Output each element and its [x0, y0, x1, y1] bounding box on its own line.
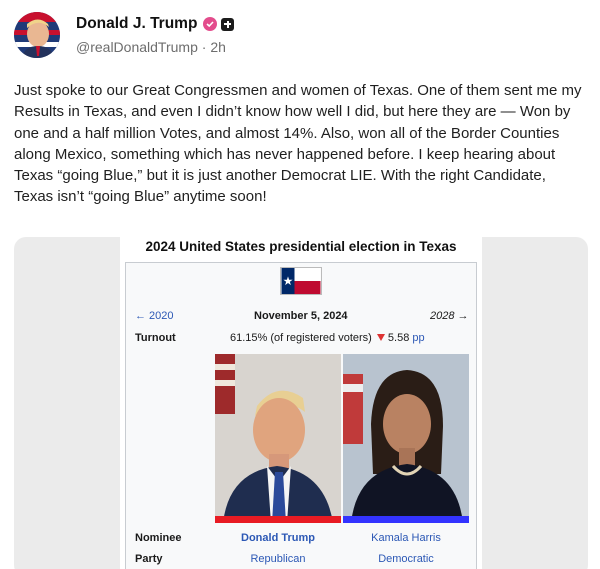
democratic-party-link[interactable]: Democratic: [343, 553, 469, 565]
election-date: November 5, 2024: [254, 310, 348, 322]
party-label: Party: [135, 553, 163, 565]
handle-row: @realDonaldTrump · 2h: [76, 39, 234, 55]
infobox-title: 2024 United States presidential election…: [145, 239, 457, 254]
infobox-body: ← 2020 November 5, 2024 2028 → Turnout 6…: [125, 262, 477, 569]
prev-election-link[interactable]: ← 2020: [135, 310, 174, 322]
author-name[interactable]: Donald J. Trump: [76, 15, 197, 33]
trump-name-link[interactable]: Donald Trump: [215, 532, 341, 544]
wikipedia-infobox: 2024 United States presidential election…: [120, 237, 482, 569]
author-handle[interactable]: @realDonaldTrump: [76, 39, 198, 55]
turnout-row: 61.15% (of registered voters) 5.58 pp: [230, 332, 425, 344]
portrait-avatar-icon: [14, 12, 60, 58]
harris-portrait: [343, 354, 469, 523]
author-avatar[interactable]: [14, 12, 60, 58]
turnout-value: 61.15% (of registered voters): [230, 332, 372, 344]
decrease-arrow-icon: [376, 334, 385, 341]
next-election-link[interactable]: 2028 →: [430, 310, 469, 322]
republican-party-link[interactable]: Republican: [215, 553, 341, 565]
verified-badge-icon: [203, 17, 218, 31]
trump-portrait: [215, 354, 341, 523]
turnout-label: Turnout: [135, 332, 176, 344]
post-time[interactable]: 2h: [210, 39, 226, 55]
post-body: Just spoke to our Great Congressmen and …: [14, 82, 582, 206]
post-header: Donald J. Trump @realDonaldTrump · 2h: [14, 12, 235, 58]
turnout-change: 5.58: [387, 332, 410, 344]
turnout-unit-link[interactable]: pp: [412, 332, 424, 344]
nominee-label: Nominee: [135, 532, 182, 544]
harris-name-link[interactable]: Kamala Harris: [343, 532, 469, 544]
plus-icon: [221, 17, 235, 31]
texas-flag-icon: [280, 267, 322, 295]
separator: ·: [201, 39, 207, 55]
post-image[interactable]: 2024 United States presidential election…: [14, 237, 588, 569]
